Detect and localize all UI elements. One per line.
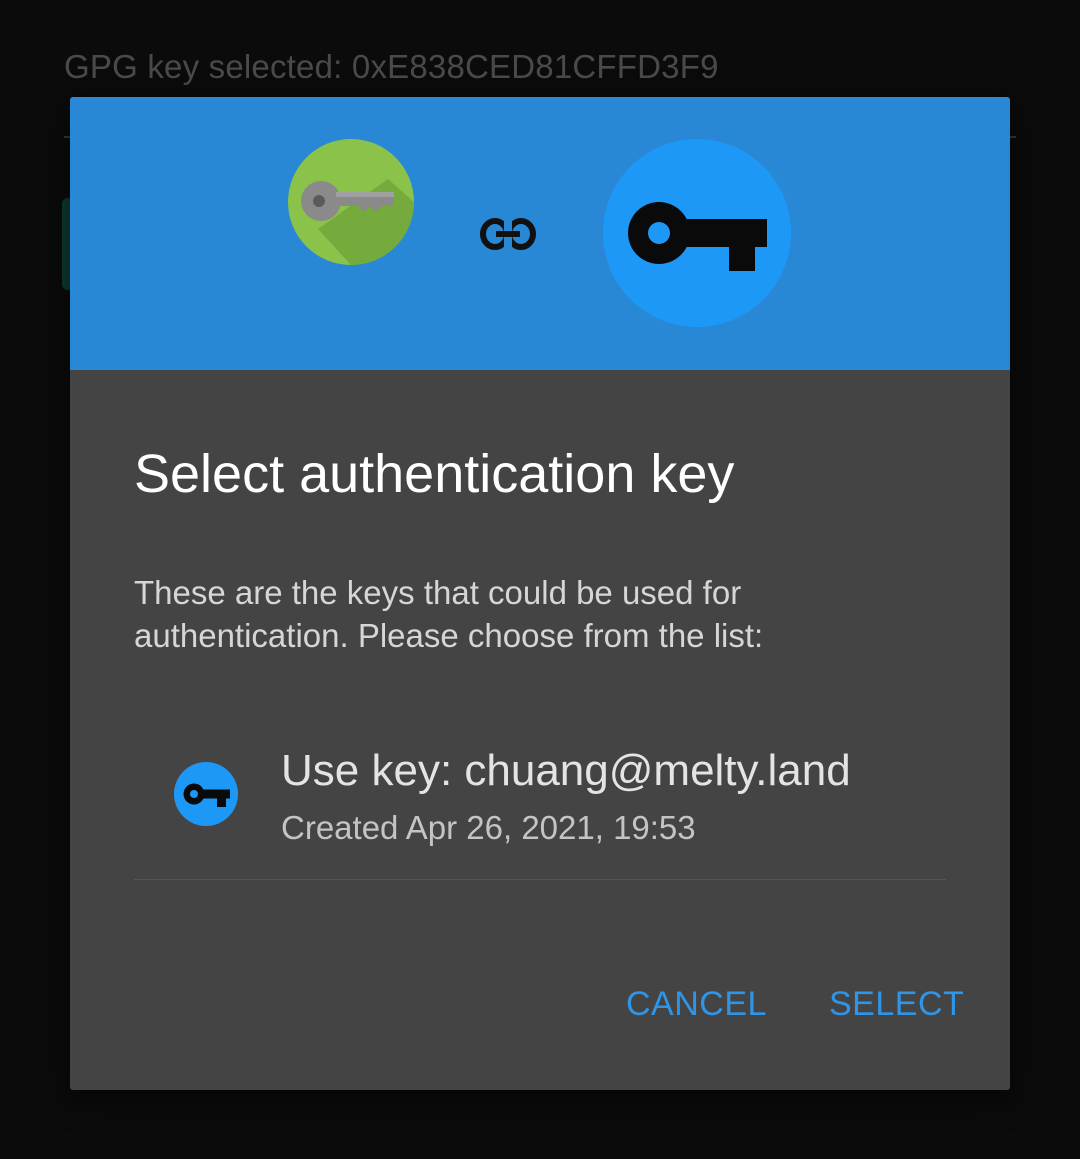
key-list-item[interactable]: Use key: chuang@melty.land Created Apr 2…	[134, 727, 946, 877]
dialog-message: These are the keys that could be used fo…	[134, 574, 764, 654]
key-item-created: Created Apr 26, 2021, 19:53	[281, 809, 696, 846]
select-button[interactable]: SELECT	[829, 985, 964, 1024]
gpg-key-selected-label: GPG key selected: 0xE838CED81CFFD3F9	[64, 48, 719, 85]
dialog-title: Select authentication key	[134, 444, 735, 504]
key-icon	[603, 139, 791, 327]
list-divider	[134, 879, 946, 880]
openkeychain-key-icon	[288, 139, 414, 265]
select-key-dialog: Select authentication key These are the …	[70, 97, 1010, 1090]
screen: GPG key selected: 0xE838CED81CFFD3F9 Sel…	[0, 0, 1080, 1159]
key-icon	[174, 762, 238, 826]
key-item-label: Use key: chuang@melty.land	[281, 746, 851, 795]
cancel-button[interactable]: CANCEL	[626, 985, 767, 1024]
link-icon	[480, 217, 536, 251]
dialog-header	[70, 97, 1010, 370]
